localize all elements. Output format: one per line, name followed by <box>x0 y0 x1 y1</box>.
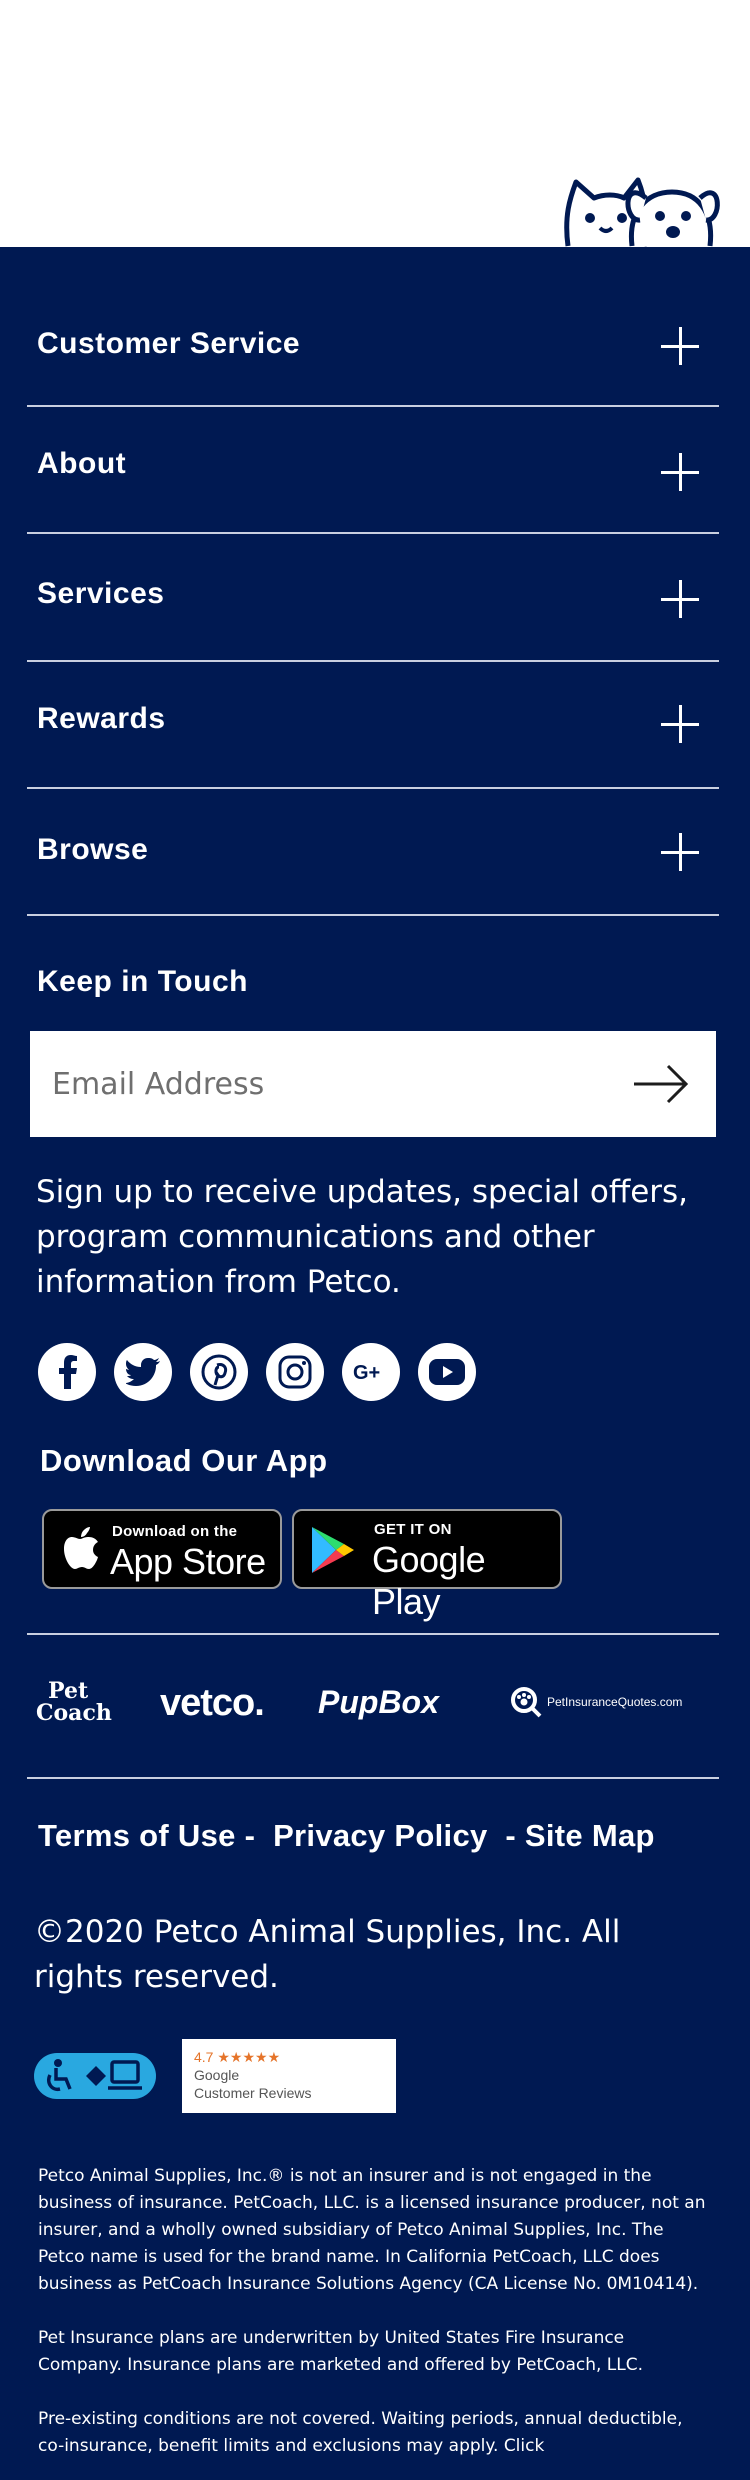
disclaimer-paragraph: Pre-existing conditions are not covered.… <box>38 2409 683 2456</box>
google-play-small-text: GET IT ON <box>374 1521 452 1538</box>
google-play-icon <box>312 1527 354 1573</box>
accessibility-icon[interactable] <box>34 2053 156 2099</box>
pet-insurance-quotes-text: PetInsuranceQuotes.com <box>547 1695 683 1709</box>
accordion-about[interactable]: About <box>27 407 719 534</box>
app-store-big-text: App Store <box>110 1541 266 1582</box>
app-store-small-text: Download on the <box>112 1523 238 1540</box>
svg-text:G+: G+ <box>353 1362 380 1384</box>
pupbox-logo-text: PupBox <box>318 1684 439 1720</box>
signup-description: Sign up to receive updates, special offe… <box>36 1174 689 1300</box>
accordion-customer-service[interactable]: Customer Service <box>27 247 719 407</box>
divider <box>27 1777 719 1779</box>
accordion-browse[interactable]: Browse <box>27 789 719 916</box>
review-source: Google <box>194 2067 240 2083</box>
divider <box>27 1633 719 1635</box>
insurance-disclaimer: Petco Animal Supplies, Inc.® is not an i… <box>38 2163 710 2480</box>
vetco-logo[interactable]: vetco. <box>160 1682 265 1725</box>
link-separator: - <box>244 1818 256 1853</box>
petcoach-logo-line2: Coach <box>36 1700 112 1726</box>
social-links: G+ <box>38 1343 476 1401</box>
pinterest-icon[interactable] <box>190 1343 248 1401</box>
copyright-text: ©2020 Petco Animal Supplies, Inc. All ri… <box>34 1914 621 1995</box>
google-play-big-text: Google Play <box>372 1539 486 1622</box>
cat-dog-mascot-icon <box>564 177 720 247</box>
plus-icon <box>661 833 699 871</box>
instagram-icon[interactable] <box>266 1343 324 1401</box>
legal-links: Terms of Use - Privacy Policy - Site Map <box>38 1818 655 1854</box>
accordion-label: Services <box>37 577 165 610</box>
pet-insurance-quotes-logo[interactable]: PetInsuranceQuotes.com <box>510 1686 682 1718</box>
accordion-rewards[interactable]: Rewards <box>27 662 719 789</box>
google-plus-icon[interactable]: G+ <box>342 1343 400 1401</box>
plus-icon <box>661 580 699 618</box>
vetco-logo-text: vetco. <box>160 1682 265 1724</box>
disclaimer-paragraph: Pet Insurance plans are underwritten by … <box>38 2328 644 2375</box>
review-rating: 4.7 <box>194 2049 214 2065</box>
petcoach-logo[interactable]: Pet Coach <box>36 1680 112 1724</box>
site-map-link[interactable]: Site Map <box>525 1818 655 1853</box>
apple-icon <box>64 1527 98 1569</box>
plus-icon <box>661 327 699 365</box>
facebook-icon[interactable] <box>38 1343 96 1401</box>
accordion-label: Rewards <box>37 702 166 735</box>
link-separator: - <box>505 1818 516 1853</box>
magnifier-paw-icon <box>511 1687 542 1718</box>
google-play-button[interactable]: GET IT ON Google Play <box>292 1509 562 1622</box>
keep-in-touch-heading: Keep in Touch <box>37 965 248 998</box>
email-input[interactable] <box>52 1057 612 1111</box>
email-signup-field[interactable] <box>30 1031 716 1137</box>
google-reviews-badge[interactable]: 4.7 ★★★★★ Google Customer Reviews <box>182 2039 396 2113</box>
pupbox-logo[interactable]: PupBox <box>318 1684 439 1721</box>
terms-of-use-link[interactable]: Terms of Use <box>38 1818 236 1853</box>
disclaimer-paragraph: Petco Animal Supplies, Inc.® is not an i… <box>38 2166 706 2294</box>
youtube-icon[interactable] <box>418 1343 476 1401</box>
review-label: Customer Reviews <box>194 2085 312 2101</box>
arrow-right-icon[interactable] <box>632 1063 690 1105</box>
accordion-services[interactable]: Services <box>27 534 719 662</box>
plus-icon <box>661 453 699 491</box>
plus-icon <box>661 705 699 743</box>
app-store-button[interactable]: Download on the App Store <box>42 1509 282 1589</box>
accordion-label: About <box>37 447 127 480</box>
download-app-heading: Download Our App <box>40 1443 328 1478</box>
accordion-label: Customer Service <box>37 327 301 360</box>
twitter-icon[interactable] <box>114 1343 172 1401</box>
accordion-label: Browse <box>37 833 149 866</box>
star-rating-icon: ★★★★★ <box>217 2049 281 2065</box>
petcoach-logo-line1: Pet <box>48 1678 89 1704</box>
privacy-policy-link[interactable]: Privacy Policy <box>273 1818 487 1853</box>
